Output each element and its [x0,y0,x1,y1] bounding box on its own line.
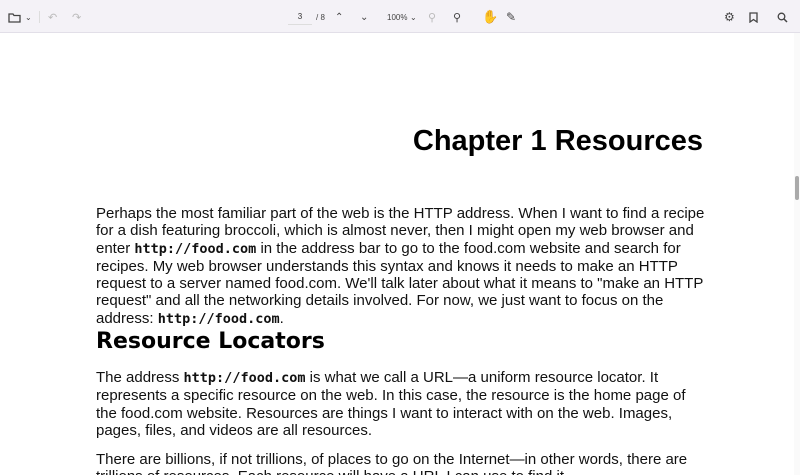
toolbar: ⌄ ↶ ↷ 3 / 8 ⌃ ⌄ 100% ⌄ ⚲ ⚲ ✋ ✎ ⚙ [0,0,800,33]
chapter-title: Chapter 1 Resources [412,125,703,157]
vertical-scrollbar[interactable] [794,33,800,475]
zoom-out-icon[interactable]: ⚲ [428,9,436,25]
redo-icon[interactable]: ↷ [72,9,81,25]
paragraph: Perhaps the most familiar part of the we… [96,205,708,328]
next-page-icon[interactable]: ⌄ [360,9,368,25]
draw-tool-icon[interactable]: ✎ [506,9,516,25]
paragraph: The address http://food.com is what we c… [96,369,708,439]
zoom-in-icon[interactable]: ⚲ [453,9,461,25]
page-number-input[interactable]: 3 [288,8,312,25]
open-file-icon[interactable] [8,9,21,25]
text: . [279,309,284,327]
previous-page-icon[interactable]: ⌃ [335,9,343,25]
section-heading: Resource Locators [96,329,325,354]
inline-code: http://food.com [183,370,306,386]
scrollbar-thumb[interactable] [795,176,799,200]
zoom-chevron-down-icon[interactable]: ⌄ [410,9,417,25]
inline-code: http://food.com [134,240,257,257]
chevron-down-icon[interactable]: ⌄ [25,9,32,25]
inline-code: http://food.com [157,310,280,327]
paragraph: There are billions, if not trillions, of… [96,451,688,475]
zoom-level-select[interactable]: 100% [387,9,407,25]
divider [39,11,40,23]
hand-tool-icon[interactable]: ✋ [482,9,498,25]
search-icon[interactable] [777,9,788,25]
total-pages: / 8 [316,12,325,22]
settings-gear-icon[interactable]: ⚙ [724,9,735,25]
undo-icon[interactable]: ↶ [48,9,57,25]
document-page: Chapter 1 Resources Perhaps the most fam… [0,33,794,475]
bookmark-icon[interactable] [749,9,758,25]
text: The address [96,369,184,386]
